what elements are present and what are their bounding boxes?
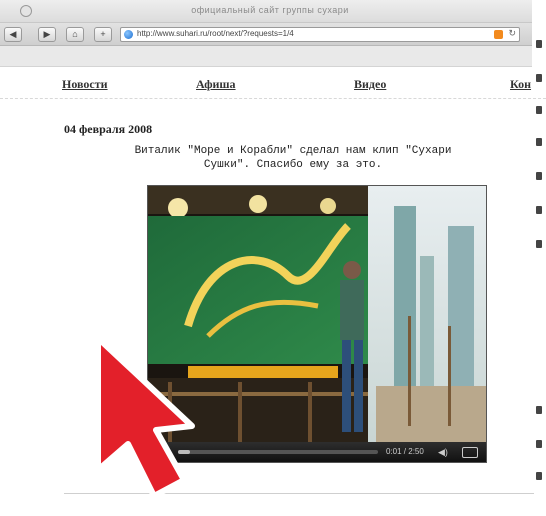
home-button[interactable]: ⌂ bbox=[66, 27, 84, 42]
back-button[interactable]: ◀ bbox=[4, 27, 22, 42]
post-text-line-2: Сушки". Спасибо ему за это. bbox=[203, 159, 383, 171]
nav-item-video[interactable]: Видео bbox=[354, 77, 386, 92]
post-date: 04 февраля 2008 bbox=[64, 122, 153, 136]
post-text-line-1: Виталик "Море и Корабли" сделал нам клип… bbox=[134, 145, 452, 157]
browser-toolbar: ◀ ▶ ⌂ + http://www.suhari.ru/root/next/?… bbox=[0, 23, 532, 46]
window-title: официальный сайт группы сухари bbox=[191, 5, 349, 15]
nav-item-contacts[interactable]: Кон bbox=[510, 77, 531, 92]
nav-item-news[interactable]: Новости bbox=[62, 77, 108, 92]
window-control-icon[interactable] bbox=[20, 5, 32, 17]
clipped-sidebar-text bbox=[536, 40, 546, 510]
nav-item-events[interactable]: Афиша bbox=[196, 77, 236, 92]
bookmarks-bar bbox=[0, 46, 532, 67]
address-url: http://www.suhari.ru/root/next/?requests… bbox=[137, 29, 294, 38]
post-text: Виталик "Море и Корабли" сделал нам клип… bbox=[40, 144, 546, 172]
seek-bar[interactable] bbox=[178, 450, 378, 454]
add-bookmark-button[interactable]: + bbox=[94, 27, 112, 42]
video-time: 0:01 / 2:50 bbox=[386, 447, 424, 456]
globe-icon bbox=[124, 30, 133, 39]
forward-button[interactable]: ▶ bbox=[38, 27, 56, 42]
browser-titlebar: официальный сайт группы сухари bbox=[0, 0, 532, 23]
address-bar[interactable]: http://www.suhari.ru/root/next/?requests… bbox=[120, 27, 520, 42]
red-cursor-arrow-icon bbox=[95, 335, 195, 499]
speaker-icon[interactable]: ◀) bbox=[438, 447, 448, 458]
refresh-icon[interactable]: ↻ bbox=[508, 28, 516, 39]
fullscreen-icon[interactable] bbox=[462, 447, 478, 458]
rss-icon[interactable] bbox=[494, 30, 503, 39]
site-nav: Новости Афиша Видео Кон bbox=[0, 68, 546, 99]
